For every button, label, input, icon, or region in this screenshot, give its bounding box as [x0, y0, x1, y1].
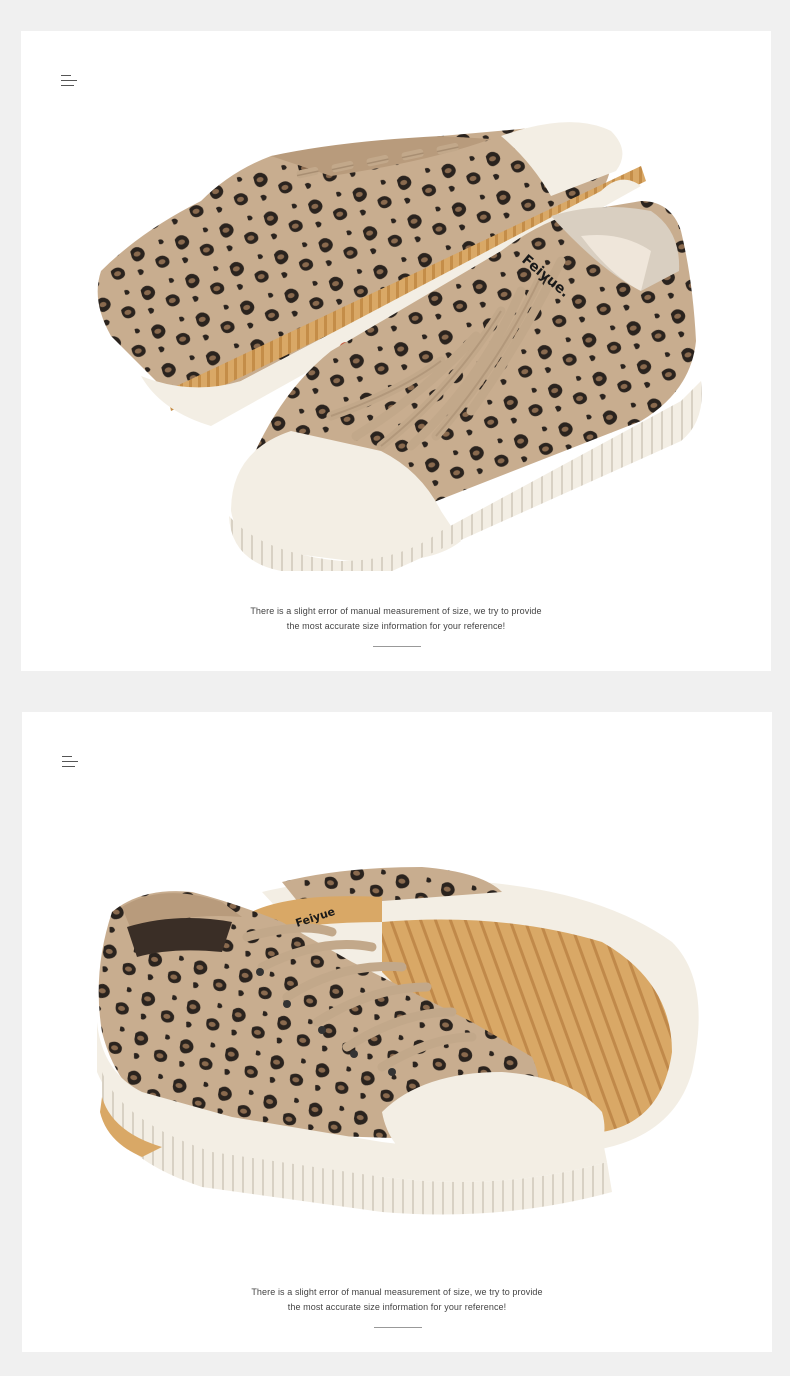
- size-note-line-2: the most accurate size information for y…: [286, 621, 506, 631]
- menu-icon[interactable]: [62, 756, 78, 768]
- leopard-sneakers-illustration: Feiyue: [97, 867, 699, 1215]
- product-image-card-2: Feiyue There is a slight error of manual…: [22, 712, 772, 1352]
- product-image-card-1: Feiyue. There is a slight error of manua…: [21, 31, 771, 671]
- caption-divider: [374, 1327, 422, 1328]
- caption-divider: [373, 646, 421, 647]
- size-note: There is a slight error of manual measur…: [21, 604, 771, 634]
- menu-icon[interactable]: [61, 75, 77, 87]
- product-image: Feiyue.: [81, 91, 711, 571]
- size-note-line-1: There is a slight error of manual measur…: [250, 606, 542, 616]
- size-note: There is a slight error of manual measur…: [22, 1285, 772, 1315]
- size-note-line-1: There is a slight error of manual measur…: [251, 1287, 543, 1297]
- product-detail-page: Feiyue. There is a slight error of manua…: [0, 0, 790, 1376]
- size-note-line-2: the most accurate size information for y…: [287, 1302, 507, 1312]
- leopard-sneakers-illustration: Feiyue.: [97, 122, 702, 571]
- product-image: Feiyue: [82, 772, 712, 1252]
